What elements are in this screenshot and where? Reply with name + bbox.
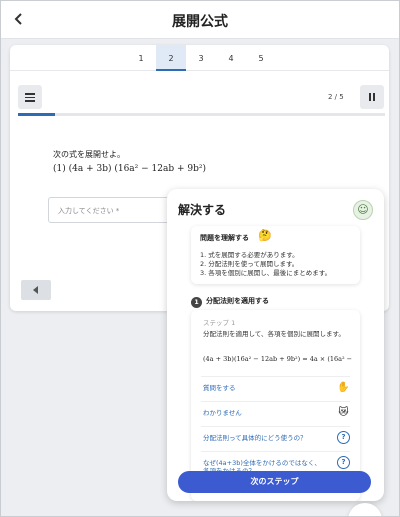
menu-icon-line bbox=[25, 100, 35, 102]
question-tabs: 1 2 3 4 5 bbox=[10, 45, 389, 71]
triangle-left-icon bbox=[33, 286, 38, 294]
step-text: 分配法則を適用して、各項を個別に展開します。 bbox=[203, 330, 345, 338]
tab-4[interactable]: 4 bbox=[216, 45, 246, 71]
suggested-question-1[interactable]: 分配法則って具体的にどう使うの？ ? bbox=[201, 426, 350, 448]
step-math: (4a + 3b)(16a² − 12ab + 9b²) = 4a × (16a… bbox=[203, 355, 353, 363]
tab-3[interactable]: 3 bbox=[186, 45, 216, 71]
action-label: 分配法則って具体的にどう使うの？ bbox=[203, 434, 307, 442]
panel-title: 解決する bbox=[178, 203, 227, 217]
step-label: ステップ 1 bbox=[203, 319, 236, 327]
suggested-question-2[interactable]: なぜ(4a+3b)全体をかけるのではなく、各項をかけるの？ ? bbox=[201, 451, 350, 475]
raised-hand-icon: ✋ bbox=[337, 382, 350, 393]
tab-2[interactable]: 2 bbox=[156, 45, 186, 71]
progress-bar bbox=[18, 113, 385, 116]
dont-understand-action[interactable]: わかりません 😿 bbox=[201, 401, 350, 423]
pause-button[interactable] bbox=[360, 85, 384, 109]
question-icon: ? bbox=[337, 456, 350, 469]
app-frame: 展開公式 1 2 3 4 5 2 / 5 次の式を展開せよ。 (1) (4a +… bbox=[0, 0, 400, 517]
step-heading: 1 分配法則を適用する bbox=[191, 296, 269, 308]
top-bar: 展開公式 bbox=[1, 1, 399, 39]
page-title: 展開公式 bbox=[172, 14, 228, 30]
pause-icon-bar bbox=[373, 93, 375, 101]
progress-fill bbox=[18, 113, 55, 116]
understand-item: 3. 各項を個別に展開し、最後にまとめます。 bbox=[200, 269, 332, 277]
answer-input[interactable]: 入力してください * bbox=[48, 197, 176, 223]
step-title: 分配法則を適用する bbox=[206, 297, 269, 305]
thinking-face-icon: 🤔 bbox=[258, 229, 272, 242]
menu-button[interactable] bbox=[18, 85, 42, 109]
menu-icon bbox=[25, 93, 35, 95]
assistant-avatar-icon[interactable]: ☺ bbox=[353, 200, 373, 220]
tab-1[interactable]: 1 bbox=[126, 45, 156, 71]
question-icon: ? bbox=[337, 431, 350, 444]
understand-item: 1. 式を展開する必要があります。 bbox=[200, 251, 299, 259]
previous-button[interactable] bbox=[21, 280, 51, 300]
step-number-badge: 1 bbox=[191, 297, 202, 308]
action-label: わかりません bbox=[203, 409, 242, 417]
crying-cat-icon: 😿 bbox=[338, 407, 349, 418]
understand-item: 2. 分配法則を使って展開します。 bbox=[200, 260, 299, 268]
pause-icon bbox=[369, 93, 371, 101]
next-step-button[interactable]: 次のステップ bbox=[178, 471, 371, 493]
question-expression: (1) (4a + 3b) (16a² − 12ab + 9b²) bbox=[53, 164, 206, 174]
solve-panel: 解決する ☺ 問題を理解する 🤔 1. 式を展開する必要があります。 2. 分配… bbox=[167, 189, 384, 501]
understand-title: 問題を理解する bbox=[200, 234, 249, 242]
understand-list: 1. 式を展開する必要があります。 2. 分配法則を使って展開します。 3. 各… bbox=[200, 251, 331, 278]
progress-text: 2 / 5 bbox=[328, 93, 344, 101]
question-instruction: 次の式を展開せよ。 bbox=[53, 150, 125, 159]
understand-card: 問題を理解する 🤔 1. 式を展開する必要があります。 2. 分配法則を使って展… bbox=[191, 226, 360, 284]
ask-question-action[interactable]: 質問をする ✋ bbox=[201, 376, 350, 398]
floating-chat-button[interactable] bbox=[348, 503, 382, 516]
tab-5[interactable]: 5 bbox=[246, 45, 276, 71]
menu-icon-line bbox=[25, 96, 35, 98]
action-label: 質問をする bbox=[203, 384, 236, 392]
